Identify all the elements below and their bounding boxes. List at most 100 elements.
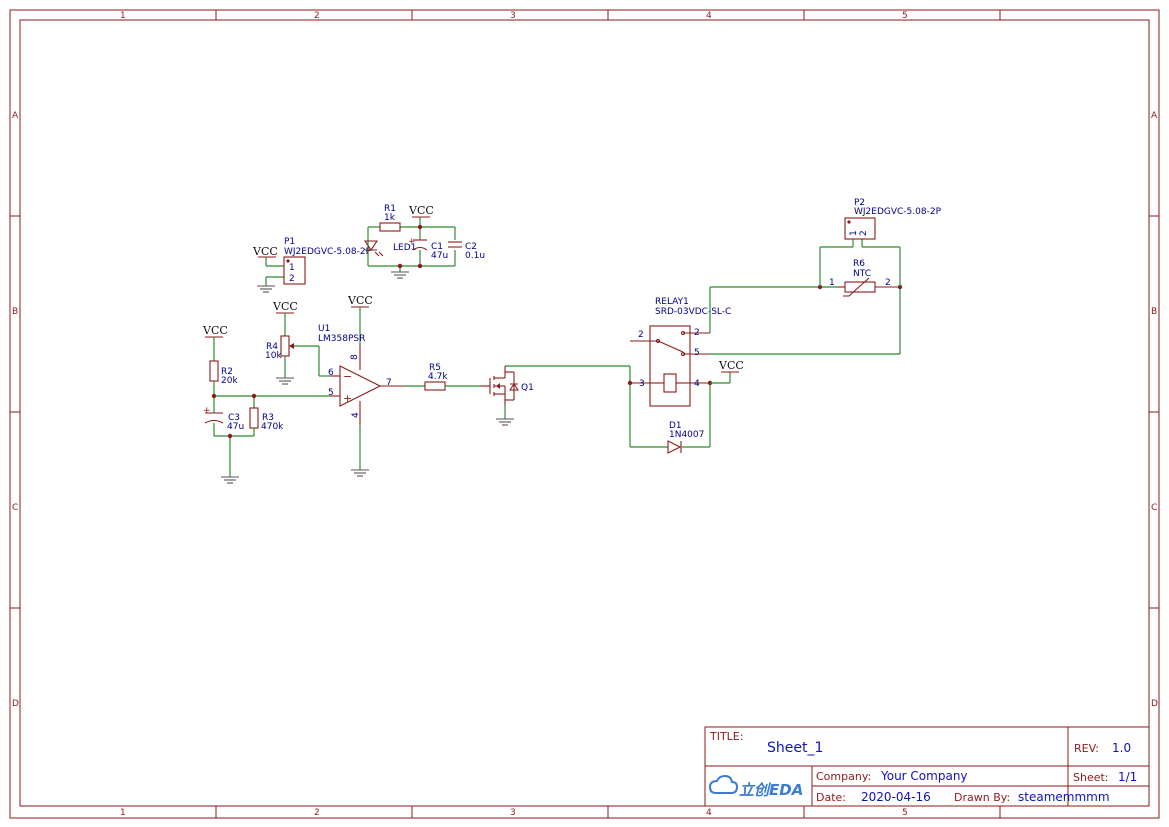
u1-pin-6: 6 (328, 368, 334, 378)
row-label-d-right: D (1151, 699, 1158, 709)
connector-p2: 1 2 P2 WJ2EDGVC-5.08-2P (844, 198, 942, 240)
resistor-r2-body (209, 360, 219, 382)
ground-symbol-divider (221, 476, 239, 484)
u1-pin-7: 7 (386, 378, 392, 388)
c2-value: 0.1u (465, 251, 485, 261)
sheet-title: Sheet_1 (767, 740, 823, 756)
row-label-c-right: C (1151, 503, 1157, 513)
logo-text: 立创EDA (739, 781, 803, 799)
rev-value: 1.0 (1112, 741, 1131, 755)
col-label-2: 2 (314, 11, 320, 21)
lceda-logo: 立创EDA (708, 774, 803, 799)
ground-symbol-u1 (351, 469, 369, 477)
led-indicator-circuit: VCC R1 1k LED1 + C1 47u C2 0.1u (363, 204, 485, 279)
col-label-3: 3 (510, 11, 516, 21)
p2-pin-2: 2 (859, 230, 869, 236)
relay-value: SRD-03VDC-SL-C (655, 307, 731, 317)
p1-value: WJ2EDGVC-5.08-2P (284, 247, 372, 257)
vcc-label-led: VCC (408, 204, 434, 217)
r3-value: 470k (261, 422, 284, 432)
u1-ref: U1 (318, 324, 330, 334)
schematic-sheet: 1 2 3 4 5 1 2 3 4 5 A B C D A B C D TITL… (9, 9, 1160, 819)
ground-symbol-p1 (257, 285, 275, 293)
ntc-r6: 1 2 R6 NTC (817, 239, 903, 297)
potentiometer-r4-body (280, 335, 290, 357)
p2-pin-1: 1 (849, 230, 859, 236)
relay-coil (663, 373, 677, 393)
r6-value: NTC (853, 269, 871, 279)
ground-symbol-q1 (496, 418, 514, 426)
r6-pin-1: 1 (829, 278, 835, 288)
opamp-u1: VCC − + 6 5 7 8 4 U1 LM358PSR (318, 294, 405, 477)
vcc-label-relay: VCC (718, 359, 744, 372)
vcc-label-r2: VCC (202, 324, 228, 337)
r6-pin-2: 2 (885, 278, 891, 288)
ground-symbol-r4 (276, 377, 294, 385)
rev-label: REV: (1074, 742, 1099, 755)
row-label-b-right: B (1151, 307, 1157, 317)
svg-text:+: + (408, 237, 416, 247)
ntc-r6-body (844, 281, 876, 293)
resistor-r5-body (424, 381, 446, 391)
vcc-label-p1: VCC (252, 245, 278, 258)
ground-symbol-led (391, 271, 409, 279)
company-value: Your Company (880, 769, 968, 783)
date-value: 2020-04-16 (861, 790, 931, 804)
sheet-label: Sheet: (1073, 771, 1109, 784)
row-label-b: B (12, 307, 18, 317)
col-label-5: 5 (902, 11, 908, 21)
company-label: Company: (816, 770, 871, 783)
p1-pin-1: 1 (289, 263, 295, 273)
col-label-4-bottom: 4 (706, 808, 712, 818)
title-block: TITLE: Sheet_1 REV: 1.0 Company: Your Co… (704, 726, 1150, 807)
border-frame: 1 2 3 4 5 1 2 3 4 5 A B C D A B C D (9, 9, 1160, 819)
svg-text:+: + (203, 406, 211, 416)
resistor-r3-body (249, 407, 259, 429)
relay-pin-4: 4 (694, 379, 700, 389)
relay-relay1: 2 2 5 3 4 RELAY1 SRD-03VDC-SL-C (630, 297, 731, 407)
col-label-4: 4 (706, 11, 712, 21)
connector-p1: VCC 1 2 P1 WJ2EDGVC-5.08-2P (252, 237, 372, 293)
col-label-1: 1 (120, 11, 126, 21)
sheet-value: 1/1 (1118, 770, 1137, 784)
row-label-a-right: A (1151, 111, 1158, 121)
title-label: TITLE: (709, 730, 743, 743)
d1-value: 1N4007 (669, 430, 704, 440)
p1-pin-2: 2 (289, 274, 295, 284)
row-label-d: D (12, 699, 19, 709)
date-label: Date: (816, 791, 846, 804)
resistor-r1-body (379, 222, 401, 232)
r1-value: 1k (384, 213, 396, 223)
relay-body (649, 325, 691, 407)
p1-ref: P1 (284, 237, 295, 247)
row-label-a: A (12, 111, 19, 121)
q1-ref: Q1 (521, 383, 534, 393)
row-label-c: C (12, 503, 18, 513)
u1-pin-5: 5 (328, 388, 334, 398)
svg-text:−: − (343, 370, 352, 383)
relay-pin-2-right: 2 (694, 328, 700, 338)
p2-value: WJ2EDGVC-5.08-2P (854, 207, 942, 217)
r5-value: 4.7k (428, 372, 448, 382)
r2-value: 20k (221, 376, 238, 386)
col-label-5-bottom: 5 (902, 808, 908, 818)
c1-value: 47u (431, 251, 448, 261)
vcc-label-u1: VCC (347, 294, 373, 307)
u1-value: LM358PSR (318, 334, 365, 344)
relay-pin-3: 3 (639, 379, 645, 389)
relay-pin-5: 5 (694, 348, 700, 358)
driver-stage: R5 4.7k Q1 (405, 363, 630, 426)
c3-value: 47u (227, 422, 244, 432)
col-label-2-bottom: 2 (314, 808, 320, 818)
col-label-3-bottom: 3 (510, 808, 516, 818)
mosfet-q1 (480, 366, 520, 405)
drawn-by-label: Drawn By: (954, 791, 1010, 804)
relay-pin-2-left: 2 (638, 330, 644, 340)
vcc-label-r4: VCC (272, 300, 298, 313)
drawn-by-value: steamemmmm (1018, 790, 1110, 804)
r4-value: 10k (265, 351, 282, 361)
u1-pin-4: 4 (351, 412, 361, 418)
col-label-1-bottom: 1 (120, 808, 126, 818)
svg-text:+: + (343, 392, 352, 405)
u1-pin-8: 8 (350, 354, 360, 360)
